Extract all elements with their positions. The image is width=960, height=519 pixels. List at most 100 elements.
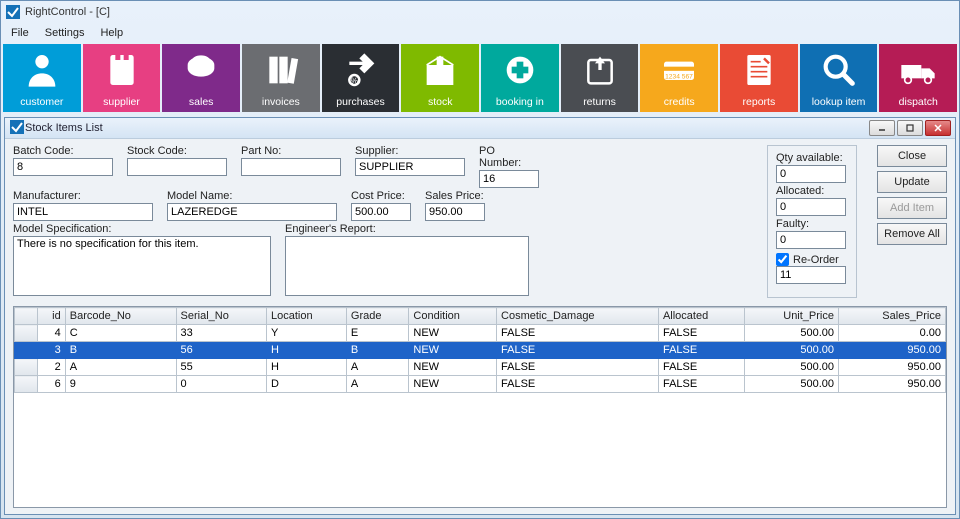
batch-code-input[interactable] xyxy=(13,158,113,176)
tile-credits[interactable]: 1234 567credits xyxy=(640,44,718,112)
po-number-input[interactable] xyxy=(479,170,539,188)
minimize-button[interactable] xyxy=(869,120,895,136)
tile-stock[interactable]: stock xyxy=(401,44,479,112)
tile-invoices[interactable]: invoices xyxy=(242,44,320,112)
reorder-checkbox[interactable] xyxy=(776,253,789,266)
tile-booking-in[interactable]: booking in xyxy=(481,44,559,112)
col-unit_price[interactable]: Unit_Price xyxy=(744,308,838,325)
tile-label: credits xyxy=(664,96,695,108)
cell[interactable]: 500.00 xyxy=(744,342,838,359)
po-number-label: PO Number: xyxy=(479,145,539,169)
cell[interactable]: 6 xyxy=(38,376,66,393)
cell[interactable]: H xyxy=(267,342,347,359)
child-icon xyxy=(9,119,25,138)
tile-dispatch[interactable]: dispatch xyxy=(879,44,957,112)
tile-returns[interactable]: returns xyxy=(561,44,639,112)
cost-price-input[interactable] xyxy=(351,203,411,221)
allocated-input[interactable] xyxy=(776,198,846,216)
cell[interactable]: A xyxy=(346,376,409,393)
cell[interactable]: D xyxy=(267,376,347,393)
cell[interactable]: FALSE xyxy=(658,325,744,342)
cell[interactable]: FALSE xyxy=(658,376,744,393)
cell[interactable]: 950.00 xyxy=(839,359,946,376)
cell[interactable]: 0 xyxy=(176,376,267,393)
supplier-input[interactable] xyxy=(355,158,465,176)
col-allocated[interactable]: Allocated xyxy=(658,308,744,325)
reorder-input[interactable] xyxy=(776,266,846,284)
cell[interactable]: FALSE xyxy=(658,342,744,359)
tile-supplier[interactable]: supplier xyxy=(83,44,161,112)
tile-purchases[interactable]: %purchases xyxy=(322,44,400,112)
cell[interactable]: NEW xyxy=(409,359,497,376)
menu-file[interactable]: File xyxy=(5,25,35,41)
table-row[interactable]: 2A55HANEWFALSEFALSE500.00950.00 xyxy=(15,359,946,376)
cell[interactable]: 9 xyxy=(65,376,176,393)
cell[interactable]: FALSE xyxy=(497,359,659,376)
col-barcode_no[interactable]: Barcode_No xyxy=(65,308,176,325)
cell[interactable]: FALSE xyxy=(497,376,659,393)
col-sales_price[interactable]: Sales_Price xyxy=(839,308,946,325)
titlebar: RightControl - [C] xyxy=(1,1,959,23)
cell[interactable]: 500.00 xyxy=(744,325,838,342)
cell[interactable]: 56 xyxy=(176,342,267,359)
qty-available-input[interactable] xyxy=(776,165,846,183)
faulty-input[interactable] xyxy=(776,231,846,249)
col-id[interactable]: id xyxy=(38,308,66,325)
col-serial_no[interactable]: Serial_No xyxy=(176,308,267,325)
table-row[interactable]: 3B56HBNEWFALSEFALSE500.00950.00 xyxy=(15,342,946,359)
cell[interactable]: B xyxy=(346,342,409,359)
sales-price-input[interactable] xyxy=(425,203,485,221)
cell[interactable]: 0.00 xyxy=(839,325,946,342)
col-cosmetic_damage[interactable]: Cosmetic_Damage xyxy=(497,308,659,325)
cell[interactable]: NEW xyxy=(409,376,497,393)
tile-reports[interactable]: reports xyxy=(720,44,798,112)
cell[interactable]: 3 xyxy=(38,342,66,359)
close-action-button[interactable]: Close xyxy=(877,145,947,167)
cell[interactable]: A xyxy=(346,359,409,376)
part-no-input[interactable] xyxy=(241,158,341,176)
stock-icon xyxy=(401,50,479,90)
cell[interactable]: NEW xyxy=(409,342,497,359)
cell[interactable]: C xyxy=(65,325,176,342)
svg-text:%: % xyxy=(350,75,358,85)
model-spec-textarea[interactable]: There is no specification for this item. xyxy=(13,236,271,296)
update-button[interactable]: Update xyxy=(877,171,947,193)
table-row[interactable]: 690DANEWFALSEFALSE500.00950.00 xyxy=(15,376,946,393)
sales-icon xyxy=(162,50,240,90)
cell[interactable]: FALSE xyxy=(497,325,659,342)
cell[interactable]: A xyxy=(65,359,176,376)
cell[interactable]: 500.00 xyxy=(744,359,838,376)
cell[interactable]: 4 xyxy=(38,325,66,342)
cell[interactable]: E xyxy=(346,325,409,342)
cell[interactable]: B xyxy=(65,342,176,359)
menu-settings[interactable]: Settings xyxy=(39,25,91,41)
stock-table-wrapper[interactable]: idBarcode_NoSerial_NoLocationGradeCondit… xyxy=(13,306,947,508)
tile-customer[interactable]: customer xyxy=(3,44,81,112)
col-grade[interactable]: Grade xyxy=(346,308,409,325)
maximize-button[interactable] xyxy=(897,120,923,136)
cell[interactable]: FALSE xyxy=(497,342,659,359)
cell[interactable]: 950.00 xyxy=(839,342,946,359)
manufacturer-input[interactable] xyxy=(13,203,153,221)
cell[interactable]: 33 xyxy=(176,325,267,342)
col-condition[interactable]: Condition xyxy=(409,308,497,325)
cell[interactable]: Y xyxy=(267,325,347,342)
tile-lookup-item[interactable]: lookup item xyxy=(800,44,878,112)
model-name-input[interactable] xyxy=(167,203,337,221)
cell[interactable]: 2 xyxy=(38,359,66,376)
remove-all-button[interactable]: Remove All xyxy=(877,223,947,245)
col-location[interactable]: Location xyxy=(267,308,347,325)
cell[interactable]: 55 xyxy=(176,359,267,376)
table-row[interactable]: 4C33YENEWFALSEFALSE500.000.00 xyxy=(15,325,946,342)
close-button[interactable] xyxy=(925,120,951,136)
cell[interactable]: 500.00 xyxy=(744,376,838,393)
cell[interactable]: NEW xyxy=(409,325,497,342)
cell[interactable]: 950.00 xyxy=(839,376,946,393)
stock-code-input[interactable] xyxy=(127,158,227,176)
menu-help[interactable]: Help xyxy=(94,25,129,41)
cell[interactable]: FALSE xyxy=(658,359,744,376)
eng-report-textarea[interactable] xyxy=(285,236,529,296)
add-item-button[interactable]: Add Item xyxy=(877,197,947,219)
cell[interactable]: H xyxy=(267,359,347,376)
tile-sales[interactable]: sales xyxy=(162,44,240,112)
